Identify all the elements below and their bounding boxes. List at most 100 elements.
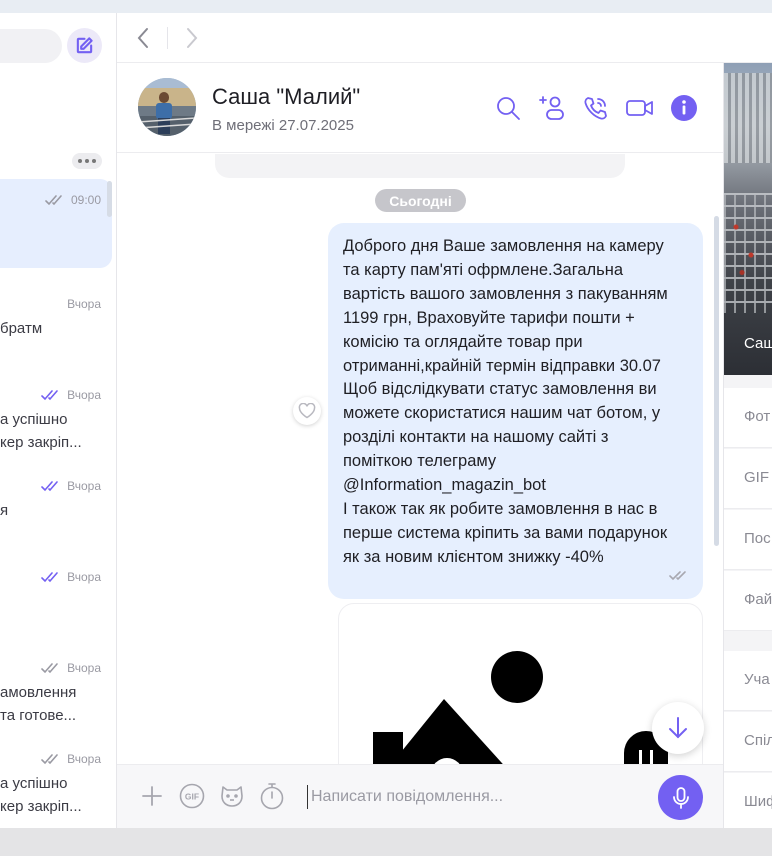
chat-search-input[interactable]: [0, 29, 62, 63]
chat-list-item[interactable]: Вчора а успішно кер закріп...: [0, 388, 112, 478]
chat-snippet: кер закріп...: [0, 434, 82, 451]
search-icon: [497, 97, 520, 120]
edit-icon: [76, 37, 93, 54]
message-list: Сьогодні Доброго дня Ваше замовлення на …: [117, 154, 723, 764]
info-panel-item-label: Фай: [744, 591, 772, 608]
chat-list-item[interactable]: Вчора братм: [0, 297, 112, 387]
search-button[interactable]: [493, 93, 523, 123]
info-panel-item[interactable]: Шиф: [724, 773, 772, 828]
timer-button[interactable]: [258, 782, 286, 810]
double-check-icon: [41, 481, 58, 492]
info-panel-item-label: Пос: [744, 530, 771, 547]
sent-check-icon: [669, 571, 686, 581]
more-options-button[interactable]: [72, 153, 102, 169]
contact-name: Саша "Малий": [212, 84, 361, 109]
double-check-icon: [41, 663, 58, 674]
double-check-icon: [45, 195, 62, 206]
contact-avatar[interactable]: [138, 78, 196, 136]
chat-time: Вчора: [67, 570, 101, 584]
message-bubble[interactable]: Доброго дня Ваше замовлення на камеру та…: [328, 223, 703, 599]
heart-icon: [298, 403, 316, 419]
previous-message-bubble: [215, 154, 625, 178]
chat-snippet: кер закріп...: [0, 798, 82, 815]
chat-header: Саша "Малий" В мережі 27.07.2025: [117, 63, 723, 153]
chat-list-item[interactable]: 09:00: [0, 193, 112, 283]
info-button[interactable]: [669, 93, 699, 123]
info-panel-item-label: Фот: [744, 408, 771, 425]
like-button[interactable]: [293, 397, 321, 425]
chat-list-panel: 09:00 Вчора братм Вчора а успішно кер закріп…: [0, 13, 117, 828]
contact-cover-photo[interactable]: Саш: [724, 63, 772, 375]
phone-icon: [584, 97, 607, 120]
chat-snippet: я: [0, 502, 9, 519]
scroll-to-bottom-button[interactable]: [652, 702, 704, 754]
text-caret: [307, 785, 308, 809]
message-scrollbar[interactable]: [714, 216, 719, 546]
video-camera-icon: [626, 100, 653, 116]
plus-icon: [142, 786, 162, 806]
date-separator: Сьогодні: [375, 189, 466, 212]
add-user-icon: [539, 96, 564, 120]
timer-icon: [260, 783, 284, 810]
chat-time: Вчора: [67, 752, 101, 766]
conversation-panel: Саша "Малий" В мережі 27.07.2025 Сьогодн…: [117, 13, 772, 828]
info-panel-item[interactable]: Фай: [724, 571, 772, 631]
image-placeholder-icon: [373, 651, 668, 764]
info-panel-item-label: GIF: [744, 469, 769, 486]
window-top-strip: [0, 0, 772, 13]
voice-message-button[interactable]: [658, 775, 703, 820]
chat-snippet: а успішно: [0, 411, 68, 428]
info-panel-item[interactable]: Пос: [724, 510, 772, 570]
chat-list-item[interactable]: Вчора: [0, 570, 112, 660]
info-panel-item-label: Шиф: [744, 793, 772, 810]
cover-name-label: Саш: [744, 335, 772, 352]
chat-time: Вчора: [67, 479, 101, 493]
chat-snippet: амовлення: [0, 684, 77, 701]
chat-time: Вчора: [67, 661, 101, 675]
info-panel-item[interactable]: Фот: [724, 388, 772, 448]
add-participant-button[interactable]: [537, 93, 567, 123]
navigation-bar: [117, 13, 772, 63]
chat-time: Вчора: [67, 297, 101, 311]
bear-sticker-icon: [221, 786, 243, 807]
chat-snippet: та готове...: [0, 707, 77, 724]
info-panel-item-label: Спіл: [744, 732, 772, 749]
contact-status: В мережі 27.07.2025: [212, 117, 354, 134]
gif-icon: GIF: [179, 783, 205, 809]
double-check-icon: [41, 390, 58, 401]
microphone-icon: [672, 786, 689, 809]
double-check-icon: [41, 754, 58, 765]
chevron-left-icon: [137, 28, 148, 48]
message-composer: GIF: [117, 764, 723, 828]
chat-time: Вчора: [67, 388, 101, 402]
chat-snippet: братм: [0, 320, 43, 337]
info-icon: [671, 95, 697, 121]
attach-button[interactable]: [138, 782, 166, 810]
compose-button[interactable]: [67, 28, 102, 63]
chevron-right-icon: [187, 28, 198, 48]
info-panel-item-label: Уча: [744, 671, 770, 688]
voice-call-button[interactable]: [581, 93, 611, 123]
gif-button[interactable]: GIF: [178, 782, 206, 810]
chat-list-item[interactable]: Вчора амовлення та готове...: [0, 661, 112, 751]
back-button[interactable]: [131, 26, 155, 50]
info-panel-item[interactable]: Спіл: [724, 712, 772, 772]
svg-text:GIF: GIF: [185, 792, 199, 802]
viber-app: 09:00 Вчора братм Вчора а успішно кер закріп…: [0, 13, 772, 828]
message-text: Доброго дня Ваше замовлення на камеру та…: [343, 237, 668, 566]
chat-list-item[interactable]: Вчора а успішно кер закріп...: [0, 752, 112, 828]
forward-button[interactable]: [180, 26, 204, 50]
sticker-button[interactable]: [218, 782, 246, 810]
message-input[interactable]: [311, 779, 641, 815]
info-panel-item[interactable]: GIF: [724, 449, 772, 509]
image-message[interactable]: [338, 603, 703, 764]
chat-list-item[interactable]: Вчора я: [0, 479, 112, 569]
chat-snippet: а успішно: [0, 775, 68, 792]
nav-divider: [167, 27, 168, 49]
arrow-down-icon: [669, 717, 687, 739]
video-call-button[interactable]: [625, 93, 655, 123]
chat-time: 09:00: [70, 193, 101, 207]
chat-info-panel: Саш Фот GIF Пос Фай Уча Спіл Шиф: [723, 63, 772, 828]
double-check-icon: [41, 572, 58, 583]
info-panel-item[interactable]: Уча: [724, 651, 772, 711]
